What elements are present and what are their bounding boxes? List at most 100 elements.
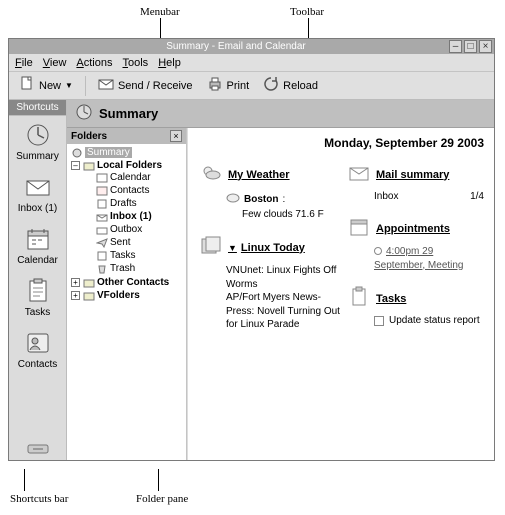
mail-summary-section: Mail summary Inbox 1/4 — [348, 162, 484, 202]
menu-actions[interactable]: Actions — [76, 57, 112, 69]
weather-section: My Weather Boston: Few clouds 71.6 F — [200, 162, 340, 221]
mail-inbox-link[interactable]: Inbox — [374, 191, 398, 202]
outbox-icon — [96, 225, 108, 235]
shortcuts-toggle-button[interactable] — [9, 438, 66, 460]
folders-close-button[interactable]: × — [170, 130, 182, 142]
tasks-section: Tasks Update status report — [348, 286, 484, 326]
contacts-icon — [23, 330, 53, 356]
sent-icon — [96, 238, 108, 248]
folder-summary[interactable]: Summary — [71, 146, 184, 159]
folder-vfolders[interactable]: +VFolders — [71, 289, 184, 302]
new-button[interactable]: New ▼ — [15, 74, 77, 97]
folder-contacts[interactable]: Contacts — [83, 184, 184, 197]
annotation-toolbar: Toolbar — [290, 6, 324, 18]
shortcut-inbox[interactable]: Inbox (1) — [9, 168, 66, 220]
cloud-icon — [226, 191, 240, 208]
print-icon — [207, 76, 223, 95]
folder-trash[interactable]: Trash — [83, 262, 184, 275]
shortcuts-header: Shortcuts — [9, 100, 66, 116]
annotation-shortcuts-bar: Shortcuts bar — [10, 493, 68, 505]
mail-inbox-count: 1/4 — [470, 191, 484, 202]
weather-city: Boston — [244, 193, 278, 207]
summary-view: Monday, September 29 2003 My Weather Bos… — [187, 128, 494, 460]
appointments-icon — [348, 216, 370, 241]
folder-inbox[interactable]: Inbox (1) — [83, 210, 184, 223]
shortcut-summary[interactable]: Summary — [9, 116, 66, 168]
folder-icon — [83, 161, 95, 171]
news-section: ▼ Linux Today VNUnet: Linux Fights Off Wo… — [200, 235, 340, 332]
contacts-icon — [96, 186, 108, 196]
weather-title[interactable]: My Weather — [228, 169, 290, 181]
folder-icon — [71, 148, 83, 158]
mail-summary-title[interactable]: Mail summary — [376, 169, 449, 181]
task-item[interactable]: Update status report — [389, 315, 480, 326]
news-items: VNUnet: Linux Fights Off Worms AP/Fort M… — [200, 264, 340, 332]
weather-icon — [200, 162, 222, 187]
summary-header: Summary — [67, 100, 494, 128]
trash-icon — [96, 264, 108, 274]
folder-tasks[interactable]: Tasks — [83, 249, 184, 262]
folder-drafts[interactable]: Drafts — [83, 197, 184, 210]
tasks-title[interactable]: Tasks — [376, 293, 406, 305]
tasks-icon — [23, 278, 53, 304]
inbox-icon — [96, 212, 108, 222]
menu-view[interactable]: View — [43, 57, 67, 69]
shortcut-calendar-label: Calendar — [17, 255, 58, 266]
summary-header-icon — [75, 103, 93, 124]
titlebar: Summary - Email and Calendar – □ × — [9, 39, 494, 54]
appointment-item[interactable]: 4:00pm 29 September, Meeting — [374, 246, 464, 271]
appointments-section: Appointments 4:00pm 29 September, Meetin… — [348, 216, 484, 272]
window-close-button[interactable]: × — [479, 40, 492, 53]
appointments-title[interactable]: Appointments — [376, 223, 450, 235]
shortcut-tasks-label: Tasks — [25, 307, 51, 318]
drafts-icon — [96, 199, 108, 209]
reload-button[interactable]: Reload — [259, 74, 322, 97]
send-receive-icon — [98, 76, 114, 95]
reload-label: Reload — [283, 80, 318, 92]
news-icon — [200, 235, 222, 260]
shortcut-contacts[interactable]: Contacts — [9, 324, 66, 376]
new-icon — [19, 76, 35, 95]
menu-tools[interactable]: Tools — [123, 57, 149, 69]
print-button[interactable]: Print — [203, 74, 254, 97]
window-maximize-button[interactable]: □ — [464, 40, 477, 53]
folder-pane: Folders × Summary –Local Folders Calenda… — [67, 128, 187, 460]
expand-icon[interactable]: + — [71, 291, 80, 300]
send-receive-button[interactable]: Send / Receive — [94, 74, 197, 97]
mail-icon — [348, 162, 370, 187]
window-minimize-button[interactable]: – — [449, 40, 462, 53]
menu-help[interactable]: Help — [158, 57, 181, 69]
application-window: Summary - Email and Calendar – □ × File … — [8, 38, 495, 461]
folder-icon — [83, 278, 95, 288]
folder-sent[interactable]: Sent — [83, 236, 184, 249]
collapse-icon[interactable]: ▼ — [228, 243, 237, 253]
annotation-menubar: Menubar — [140, 6, 180, 18]
news-title[interactable]: Linux Today — [241, 242, 305, 254]
shortcut-inbox-label: Inbox (1) — [18, 203, 57, 214]
print-label: Print — [227, 80, 250, 92]
calendar-icon — [23, 226, 53, 252]
task-checkbox[interactable] — [374, 316, 384, 326]
folder-icon — [83, 291, 95, 301]
weather-conditions: Few clouds 71.6 F — [226, 208, 340, 222]
bullet-icon — [374, 247, 382, 255]
menu-file[interactable]: File — [15, 57, 33, 69]
folders-header: Folders — [71, 131, 107, 142]
shortcut-calendar[interactable]: Calendar — [9, 220, 66, 272]
collapse-icon[interactable]: – — [71, 161, 80, 170]
toggle-icon — [27, 443, 49, 455]
expand-icon[interactable]: + — [71, 278, 80, 287]
shortcut-contacts-label: Contacts — [18, 359, 57, 370]
tasks-icon — [96, 251, 108, 261]
send-receive-label: Send / Receive — [118, 80, 193, 92]
folder-local[interactable]: –Local Folders — [71, 160, 184, 171]
tasks-section-icon — [348, 286, 370, 311]
annotation-folder-pane: Folder pane — [136, 493, 188, 505]
shortcut-summary-label: Summary — [16, 151, 59, 162]
folder-outbox[interactable]: Outbox — [83, 223, 184, 236]
shortcut-tasks[interactable]: Tasks — [9, 272, 66, 324]
folder-calendar[interactable]: Calendar — [83, 171, 184, 184]
folder-other-contacts[interactable]: +Other Contacts — [71, 276, 184, 289]
date-header: Monday, September 29 2003 — [200, 136, 484, 150]
menubar: File View Actions Tools Help — [9, 54, 494, 72]
